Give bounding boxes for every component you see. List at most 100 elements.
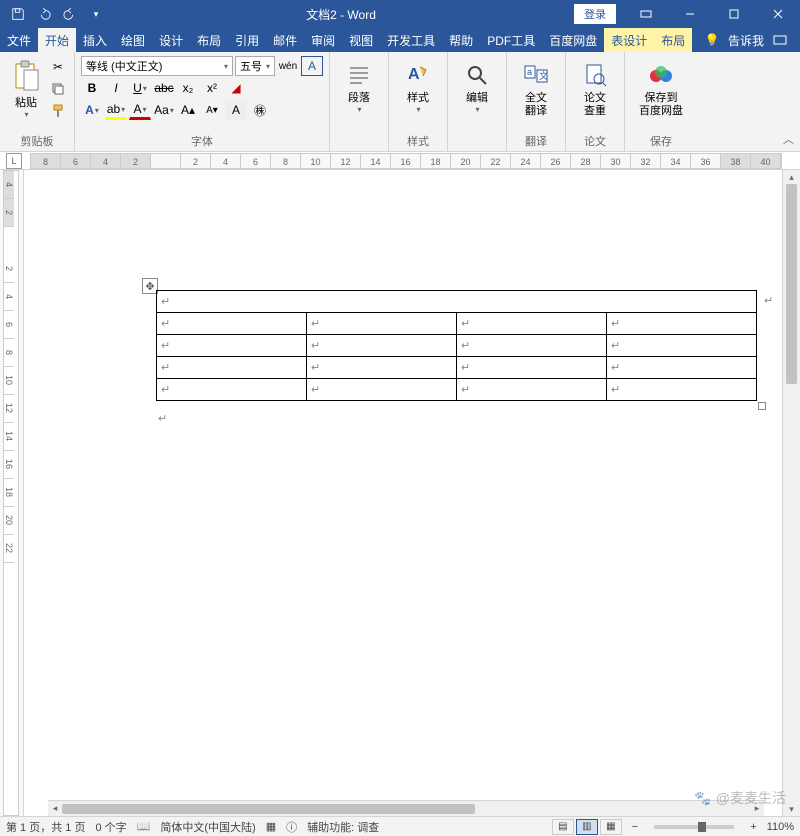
italic-button[interactable]: I (105, 78, 127, 98)
table-cell[interactable]: ↵ (457, 335, 607, 357)
spellcheck-icon[interactable]: 📖 (137, 820, 151, 833)
highlight-icon[interactable]: ab▾ (105, 100, 127, 120)
table-cell[interactable]: ↵ (157, 379, 307, 401)
font-size-combo[interactable]: 五号▾ (235, 56, 275, 76)
table-row[interactable]: ↵↵↵↵ (157, 335, 757, 357)
vscroll-thumb[interactable] (786, 184, 797, 384)
save-icon[interactable] (6, 2, 30, 26)
table-cell[interactable]: ↵ (307, 357, 457, 379)
horizontal-ruler[interactable]: L 86422468101214161820222426283032343638… (0, 152, 800, 170)
table-row[interactable]: ↵ (157, 291, 757, 313)
table-cell[interactable]: ↵ (457, 379, 607, 401)
subscript-button[interactable]: x₂ (177, 78, 199, 98)
tab-mailings[interactable]: 邮件 (266, 28, 304, 52)
paste-button[interactable]: 粘贴 ▾ (6, 56, 46, 119)
tab-selector-icon[interactable]: L (6, 153, 22, 169)
styles-button[interactable]: A 样式 ▾ (395, 56, 441, 114)
zoom-slider[interactable] (654, 825, 734, 829)
tab-design[interactable]: 设计 (152, 28, 190, 52)
login-button[interactable]: 登录 (574, 4, 616, 24)
zoom-in-icon[interactable]: + (750, 821, 756, 833)
paragraph-button[interactable]: 段落 ▾ (336, 56, 382, 114)
undo-icon[interactable] (32, 2, 56, 26)
translate-button[interactable]: a文 全文 翻译 (513, 56, 559, 118)
papercheck-button[interactable]: 论文 查重 (572, 56, 618, 118)
word-count[interactable]: 0 个字 (95, 819, 126, 835)
table-cell[interactable]: ↵ (157, 335, 307, 357)
table-cell[interactable]: ↵ (607, 335, 757, 357)
minimize-icon[interactable] (668, 0, 712, 28)
macro-icon[interactable]: ▦ (266, 820, 276, 833)
table-row[interactable]: ↵↵↵↵ (157, 357, 757, 379)
document-table[interactable]: ↵↵↵↵↵↵↵↵↵↵↵↵↵↵↵↵↵ (156, 290, 757, 401)
language-indicator[interactable]: 简体中文(中国大陆) (160, 819, 255, 835)
zoom-thumb[interactable] (698, 822, 706, 832)
strike-button[interactable]: abc (153, 78, 175, 98)
tab-pdf[interactable]: PDF工具 (480, 28, 542, 52)
cut-icon[interactable]: ✂ (48, 58, 68, 76)
tab-file[interactable]: 文件 (0, 28, 38, 52)
table-cell[interactable]: ↵ (307, 313, 457, 335)
tab-layout[interactable]: 布局 (190, 28, 228, 52)
table-resize-handle-icon[interactable] (758, 402, 766, 410)
tab-developer[interactable]: 开发工具 (380, 28, 442, 52)
qat-dropdown-icon[interactable]: ▾ (84, 2, 108, 26)
table-cell[interactable]: ↵ (157, 291, 757, 313)
table-cell[interactable]: ↵ (157, 357, 307, 379)
phonetic-guide-icon[interactable]: wén (277, 56, 299, 76)
share-icon[interactable] (772, 32, 788, 48)
page-viewport[interactable]: ✥ ↵ ↵↵↵↵↵↵↵↵↵↵↵↵↵↵↵↵↵ ↵ ◂ ▸ (24, 170, 782, 816)
tell-me-icon[interactable]: 💡 (704, 32, 720, 48)
view-print-icon[interactable]: ▥ (576, 819, 598, 835)
text-effect-icon[interactable]: A▾ (81, 100, 103, 120)
view-web-icon[interactable]: ▦ (600, 819, 622, 835)
tab-table-design[interactable]: 表设计 (604, 28, 654, 52)
table-row[interactable]: ↵↵↵↵ (157, 313, 757, 335)
eraser-icon[interactable]: ◢ (225, 78, 247, 98)
tab-help[interactable]: 帮助 (442, 28, 480, 52)
vertical-ruler[interactable]: 42246810121416182022 (0, 170, 24, 816)
zoom-level[interactable]: 110% (767, 821, 794, 833)
vertical-scrollbar[interactable]: ▴ ▾ (782, 170, 800, 816)
tab-references[interactable]: 引用 (228, 28, 266, 52)
tab-baidu[interactable]: 百度网盘 (542, 28, 604, 52)
tab-draw[interactable]: 绘图 (114, 28, 152, 52)
font-color-icon[interactable]: A▾ (129, 100, 151, 120)
editing-button[interactable]: 编辑 ▾ (454, 56, 500, 114)
tab-review[interactable]: 审阅 (304, 28, 342, 52)
superscript-button[interactable]: x² (201, 78, 223, 98)
tab-insert[interactable]: 插入 (76, 28, 114, 52)
table-cell[interactable]: ↵ (457, 357, 607, 379)
table-cell[interactable]: ↵ (307, 379, 457, 401)
horizontal-scrollbar[interactable]: ◂ ▸ (48, 800, 764, 816)
change-case-icon[interactable]: Aa▾ (153, 100, 175, 120)
page-indicator[interactable]: 第 1 页，共 1 页 (6, 819, 85, 835)
save-cloud-button[interactable]: 保存到 百度网盘 (631, 56, 691, 118)
view-read-icon[interactable]: ▤ (552, 819, 574, 835)
table-row[interactable]: ↵↵↵↵ (157, 379, 757, 401)
table-cell[interactable]: ↵ (157, 313, 307, 335)
redo-icon[interactable] (58, 2, 82, 26)
accessibility-icon[interactable]: ⓘ (286, 819, 297, 835)
format-painter-icon[interactable] (48, 102, 68, 120)
table-cell[interactable]: ↵ (607, 357, 757, 379)
char-border-icon[interactable]: A (301, 56, 323, 76)
zoom-out-icon[interactable]: − (632, 821, 638, 833)
table-cell[interactable]: ↵ (607, 379, 757, 401)
table-cell[interactable]: ↵ (457, 313, 607, 335)
tab-home[interactable]: 开始 (38, 28, 76, 52)
grow-font-icon[interactable]: A▴ (177, 100, 199, 120)
font-name-combo[interactable]: 等线 (中文正文)▾ (81, 56, 233, 76)
scroll-up-icon[interactable]: ▴ (783, 170, 800, 184)
scroll-left-icon[interactable]: ◂ (48, 803, 62, 814)
shrink-font-icon[interactable]: A▾ (201, 100, 223, 120)
underline-button[interactable]: U▾ (129, 78, 151, 98)
tell-me-label[interactable]: 告诉我 (728, 32, 764, 49)
ribbon-options-icon[interactable] (624, 0, 668, 28)
hscroll-thumb[interactable] (62, 804, 475, 814)
copy-icon[interactable] (48, 80, 68, 98)
enclose-char-icon[interactable]: ㊑ (249, 100, 271, 120)
tab-table-layout[interactable]: 布局 (654, 28, 692, 52)
tab-view[interactable]: 视图 (342, 28, 380, 52)
maximize-icon[interactable] (712, 0, 756, 28)
